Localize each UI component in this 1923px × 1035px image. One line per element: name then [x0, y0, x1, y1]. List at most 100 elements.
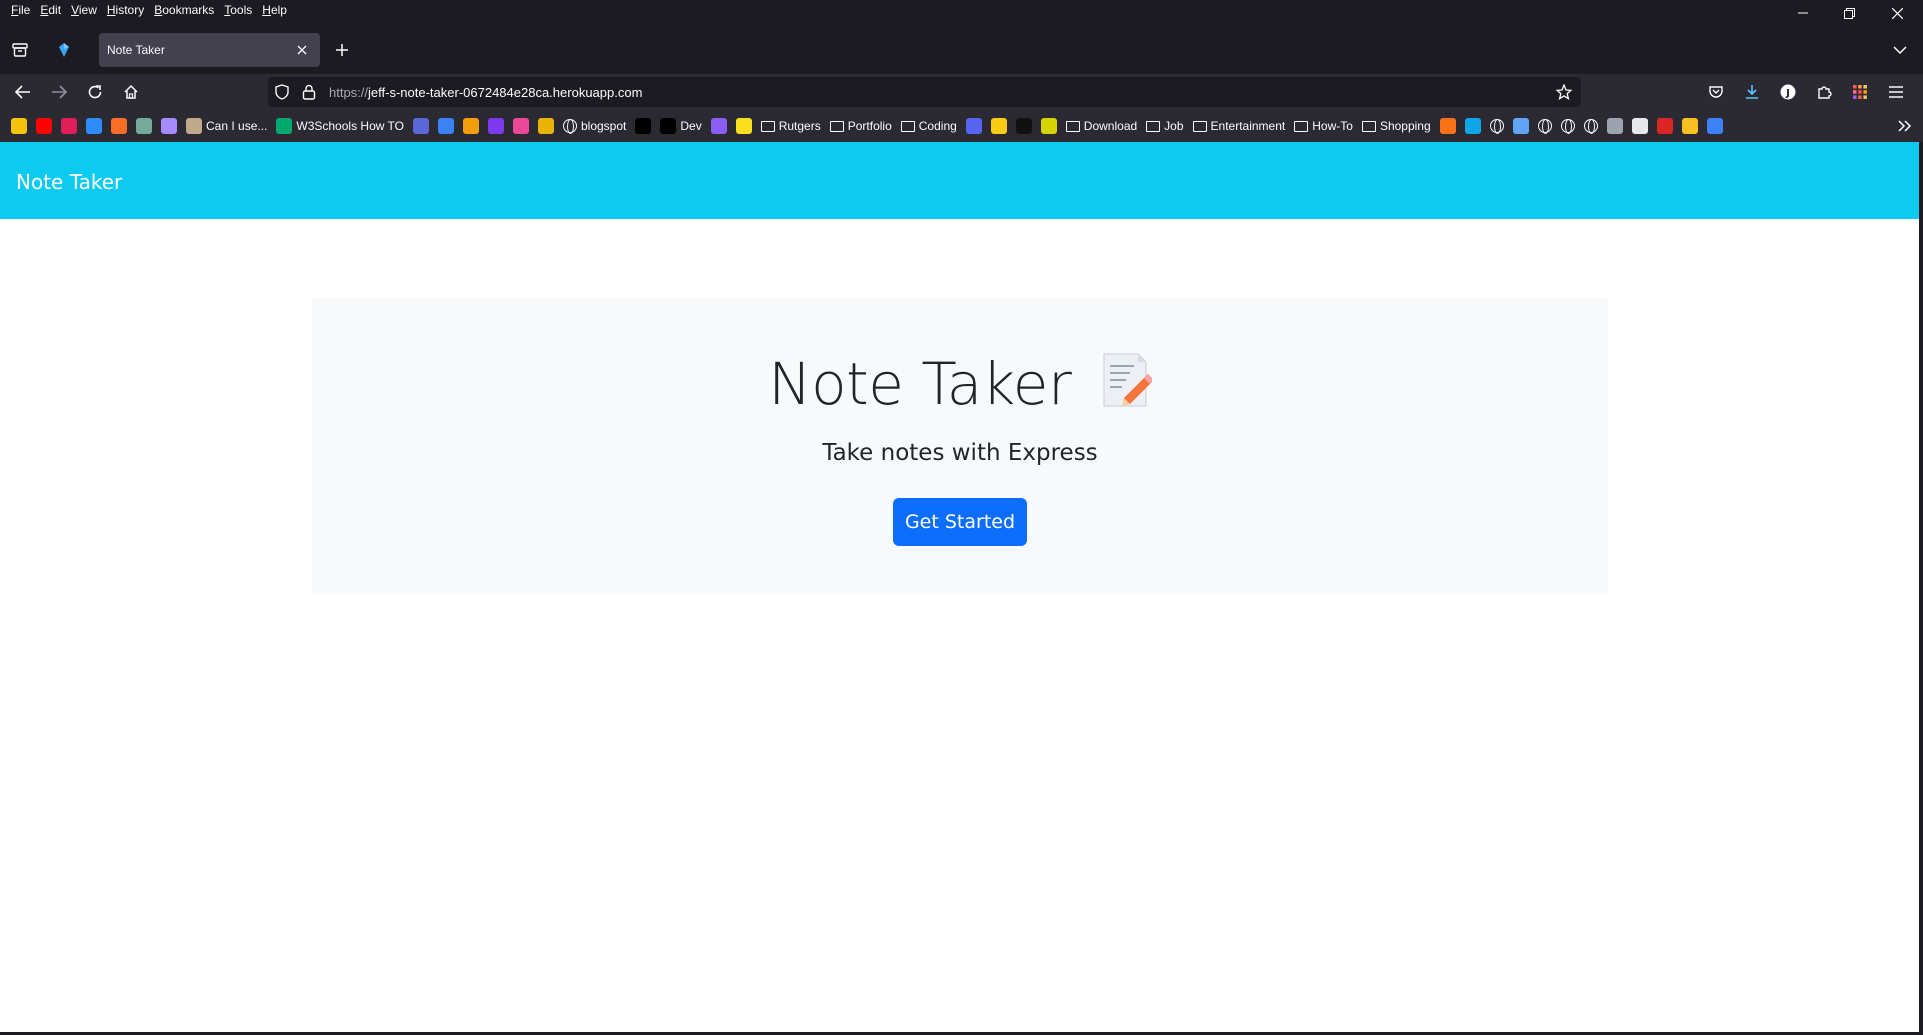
app-menu-button[interactable]: [1880, 76, 1912, 108]
get-started-button[interactable]: Get Started: [893, 498, 1027, 546]
bookmark-gitlab[interactable]: [108, 116, 130, 136]
reload-button[interactable]: [79, 76, 111, 108]
account-button[interactable]: J: [1772, 76, 1804, 108]
bookmark-q[interactable]: [1704, 116, 1726, 136]
bookmark-entertainment[interactable]: Entertainment: [1190, 116, 1289, 136]
tracking-protection-shield-icon[interactable]: [274, 84, 290, 100]
bookmark-coding[interactable]: Coding: [898, 116, 960, 136]
list-all-tabs-button[interactable]: [1882, 32, 1918, 68]
bookmark-s-black[interactable]: [1013, 116, 1035, 136]
tab-strip: Note Taker: [0, 26, 1923, 74]
site-brand-link[interactable]: Note Taker: [16, 170, 122, 194]
bookmark-grid[interactable]: [1038, 116, 1060, 136]
bookmark-badge[interactable]: [1510, 116, 1532, 136]
bookmark-label: Shopping: [1379, 119, 1431, 133]
menu-view[interactable]: View: [66, 3, 102, 17]
h-icon: [710, 118, 727, 134]
url-text[interactable]: https://jeff-s-note-taker-0672484e28ca.h…: [329, 85, 642, 100]
bookmark-github[interactable]: [632, 116, 654, 136]
bookmark-s[interactable]: [410, 116, 432, 136]
globe-icon: [1537, 119, 1552, 134]
bookmark-star-app[interactable]: [1679, 116, 1701, 136]
q-icon: [1706, 118, 1723, 134]
bookmark-card[interactable]: [988, 116, 1010, 136]
menu-history[interactable]: History: [102, 3, 149, 17]
restore-button[interactable]: [1826, 0, 1872, 26]
extensions-button[interactable]: [1808, 76, 1840, 108]
bookmark-shopping[interactable]: Shopping: [1359, 116, 1434, 136]
tab-note-taker[interactable]: Note Taker: [99, 33, 320, 67]
bookmark-blogspot[interactable]: blogspot: [560, 116, 629, 136]
bookmark-job[interactable]: Job: [1143, 116, 1186, 136]
tab-close-button[interactable]: [292, 40, 312, 60]
bookmark-can-i-use[interactable]: Can I use...: [183, 116, 270, 136]
bookmark-globe[interactable]: [1535, 116, 1555, 136]
bookmark-download[interactable]: Download: [1063, 116, 1140, 136]
folder-icon: [1294, 120, 1309, 132]
red-app-icon: [1656, 118, 1673, 134]
bookmark-wave[interactable]: [435, 116, 457, 136]
bookmark-globe[interactable]: [1581, 116, 1601, 136]
bookmark-steam[interactable]: [1629, 116, 1651, 136]
new-tab-button[interactable]: [324, 32, 360, 68]
bookmark-portfolio[interactable]: Portfolio: [827, 116, 895, 136]
bookmark-shield[interactable]: [460, 116, 482, 136]
folder-icon: [900, 120, 915, 132]
tab-manager-button[interactable]: [2, 32, 38, 68]
steam-icon: [1631, 118, 1648, 134]
bookmark-m[interactable]: [510, 116, 532, 136]
s-icon: [412, 118, 429, 134]
url-bar[interactable]: https://jeff-s-note-taker-0672484e28ca.h…: [268, 77, 1581, 107]
close-window-button[interactable]: [1874, 0, 1920, 26]
bookmark-pen[interactable]: [535, 116, 557, 136]
bookmark-star-icon[interactable]: [1556, 84, 1572, 100]
bookmark-dot[interactable]: [1604, 116, 1626, 136]
menu-edit[interactable]: Edit: [35, 3, 66, 17]
github-icon: [660, 118, 677, 134]
back-button[interactable]: [7, 76, 39, 108]
forward-button[interactable]: [43, 76, 75, 108]
lock-icon[interactable]: [302, 84, 316, 100]
hero-title-row: Note Taker: [312, 350, 1608, 418]
bookmark-discord[interactable]: [963, 116, 985, 136]
folder-icon: [1146, 120, 1161, 132]
folder-icon: [1065, 120, 1080, 132]
bookmark-h[interactable]: [708, 116, 730, 136]
yellow-app-icon: [11, 118, 27, 134]
home-button[interactable]: [115, 76, 147, 108]
bookmark-b[interactable]: [485, 116, 507, 136]
apps-grid-button[interactable]: [1844, 76, 1876, 108]
bookmark-yellow-app[interactable]: [8, 116, 30, 136]
menu-bookmarks[interactable]: Bookmarks: [149, 3, 219, 17]
s-black-icon: [1015, 118, 1032, 134]
account-avatar-icon: J: [1780, 84, 1796, 100]
bookmark-globe[interactable]: [1558, 116, 1578, 136]
bookmarks-overflow-button[interactable]: [1895, 116, 1915, 136]
bookmark-rutgers[interactable]: Rutgers: [758, 116, 824, 136]
bookmark-red-app[interactable]: [1654, 116, 1676, 136]
bookmark-youtube[interactable]: [33, 116, 55, 136]
pinned-tab[interactable]: [46, 32, 82, 68]
bookmark-circle[interactable]: [1437, 116, 1459, 136]
reload-icon: [88, 85, 102, 99]
globe-icon: [1583, 119, 1598, 134]
gitlab-icon: [111, 118, 127, 134]
downloads-button[interactable]: [1736, 76, 1768, 108]
bookmark-z[interactable]: [83, 116, 105, 136]
pocket-button[interactable]: [1700, 76, 1732, 108]
menu-help[interactable]: Help: [257, 3, 292, 17]
bookmark-w3schools-how-to[interactable]: W3Schools How TO: [273, 116, 407, 136]
minimize-button[interactable]: [1780, 0, 1826, 26]
bookmark-js[interactable]: [733, 116, 755, 136]
bookmark-slack[interactable]: [58, 116, 80, 136]
menu-file[interactable]: File: [6, 3, 35, 17]
bookmark-sparkle[interactable]: [158, 116, 180, 136]
bookmark-globe[interactable]: [1487, 116, 1507, 136]
puzzle-icon: [1818, 86, 1832, 99]
bookmark-how-to[interactable]: How-To: [1291, 116, 1356, 136]
bookmark-chatgpt[interactable]: [133, 116, 155, 136]
menu-tools[interactable]: Tools: [219, 3, 257, 17]
tab-title: Note Taker: [107, 43, 165, 57]
bookmark-cloud[interactable]: [1462, 116, 1484, 136]
bookmark-dev[interactable]: Dev: [657, 116, 704, 136]
